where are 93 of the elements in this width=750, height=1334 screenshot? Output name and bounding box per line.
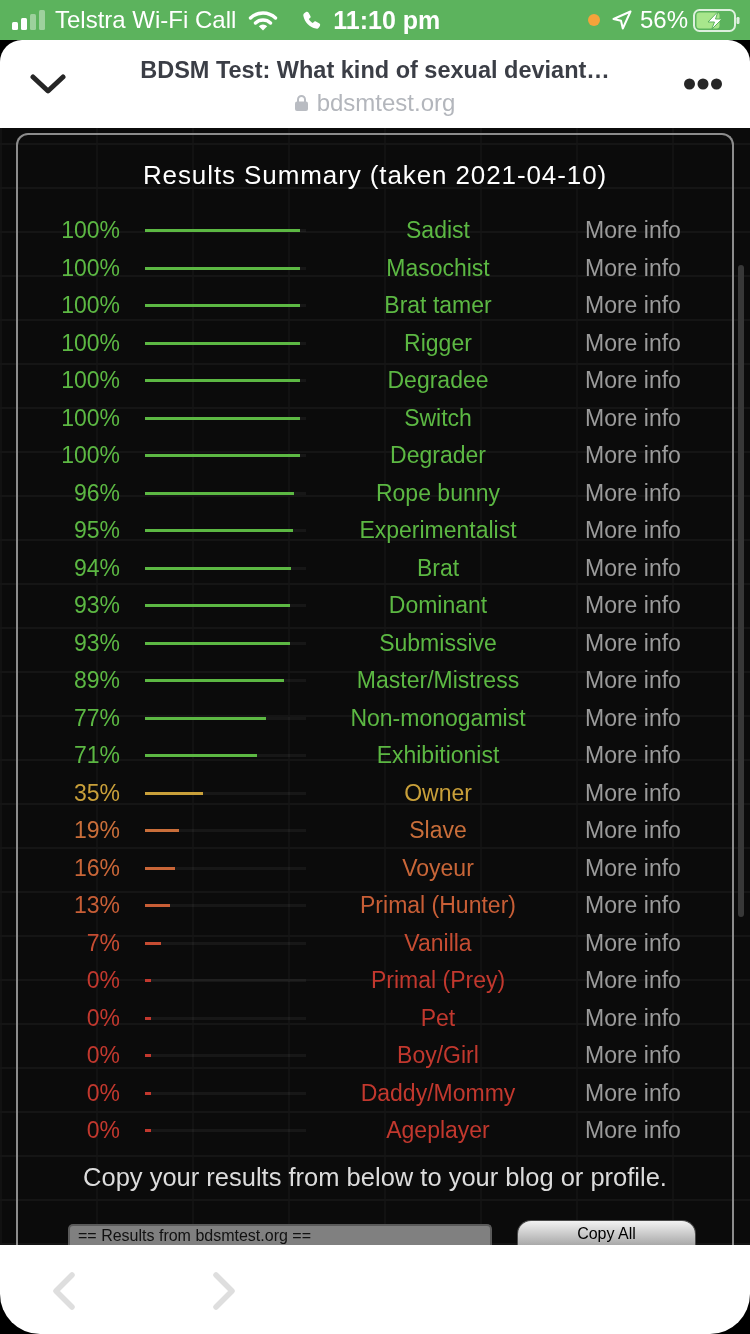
more-info-link[interactable]: More info — [585, 892, 681, 920]
page-url: bdsmtest.org — [316, 88, 456, 117]
role-name: Brat tamer — [383, 292, 493, 320]
score-percent: 0% — [85, 1042, 120, 1070]
more-info-link[interactable]: More info — [585, 1117, 681, 1145]
page-title: BDSM Test: What kind of sexual deviant… — [140, 55, 610, 85]
role-name: Non-monogamist — [349, 704, 527, 732]
copy-instructions: Copy your results from below to your blog or profile. — [82, 1161, 668, 1193]
score-percent: 0% — [85, 1004, 120, 1032]
score-percent: 0% — [85, 967, 120, 995]
more-info-link[interactable]: More info — [585, 1042, 681, 1070]
score-percent: 7% — [85, 929, 120, 957]
score-percent: 19% — [72, 817, 120, 845]
score-percent: 0% — [85, 1079, 120, 1107]
carrier-name: Telstra Wi-Fi Call — [55, 6, 237, 34]
more-icon[interactable] — [684, 78, 722, 90]
score-percent: 96% — [72, 479, 120, 507]
indicator-dot-icon — [587, 14, 600, 26]
role-name: Masochist — [385, 254, 491, 282]
more-info-link[interactable]: More info — [585, 929, 681, 957]
role-name: Primal (Hunter) — [359, 892, 517, 920]
role-name: Degrader — [389, 442, 487, 470]
clock-time: 11:10 pm — [333, 5, 441, 35]
role-name: Voyeur — [401, 854, 475, 882]
more-info-link[interactable]: More info — [585, 704, 681, 732]
score-percent: 100% — [60, 217, 120, 245]
more-info-link[interactable]: More info — [585, 554, 681, 582]
battery-charging-icon — [693, 8, 740, 32]
role-name: Pet — [419, 1004, 457, 1032]
more-info-link[interactable]: More info — [585, 779, 681, 807]
score-percent: 13% — [72, 892, 120, 920]
more-info-link[interactable]: More info — [585, 1079, 681, 1107]
more-info-link[interactable]: More info — [585, 217, 681, 245]
more-info-link[interactable]: More info — [585, 854, 681, 882]
role-name: Owner — [403, 779, 473, 807]
role-name: Master/Mistress — [355, 667, 521, 695]
role-name: Primal (Prey) — [369, 967, 507, 995]
more-info-link[interactable]: More info — [585, 292, 681, 320]
score-percent: 71% — [72, 742, 120, 770]
role-name: Submissive — [378, 629, 498, 657]
more-info-link[interactable]: More info — [585, 967, 681, 995]
more-info-link[interactable]: More info — [585, 667, 681, 695]
battery-percent: 56% — [639, 6, 688, 34]
role-name: Experimentalist — [358, 517, 518, 545]
role-name: Exhibitionist — [375, 742, 501, 770]
more-info-link[interactable]: More info — [585, 442, 681, 470]
location-arrow-icon — [611, 10, 632, 30]
score-percent: 89% — [72, 667, 120, 695]
more-info-link[interactable]: More info — [585, 329, 681, 357]
more-info-link[interactable]: More info — [585, 367, 681, 395]
more-info-link[interactable]: More info — [585, 254, 681, 282]
role-name: Slave — [408, 817, 468, 845]
more-info-link[interactable]: More info — [585, 1004, 681, 1032]
role-name: Degradee — [386, 367, 490, 395]
role-name: Ageplayer — [385, 1117, 491, 1145]
role-name: Vanilla — [403, 929, 473, 957]
role-name: Brat — [415, 554, 461, 582]
wifi-icon — [248, 9, 279, 31]
score-percent: 93% — [72, 629, 120, 657]
copy-all-button[interactable]: Copy All — [517, 1219, 696, 1245]
score-percent: 77% — [72, 704, 120, 732]
role-name: Dominant — [387, 592, 489, 620]
chevron-down-icon[interactable] — [30, 74, 66, 94]
score-percent: 16% — [72, 854, 120, 882]
phone-icon — [302, 10, 322, 30]
role-name: Rigger — [403, 329, 473, 357]
score-percent: 0% — [85, 1117, 120, 1145]
role-name: Switch — [403, 404, 473, 432]
score-percent: 95% — [72, 517, 120, 545]
lock-icon — [294, 94, 308, 111]
signal-bars-icon — [12, 10, 46, 30]
score-percent: 100% — [60, 442, 120, 470]
role-name: Sadist — [405, 217, 471, 245]
score-percent: 35% — [72, 779, 120, 807]
more-info-link[interactable]: More info — [585, 742, 681, 770]
more-info-link[interactable]: More info — [585, 517, 681, 545]
results-text-area[interactable]: == Results from bdsmtest.org == — [68, 1223, 492, 1245]
score-percent: 100% — [60, 292, 120, 320]
role-name: Rope bunny — [374, 479, 501, 507]
score-percent: 100% — [60, 254, 120, 282]
score-percent: 100% — [60, 404, 120, 432]
score-percent: 93% — [72, 592, 120, 620]
score-percent: 100% — [60, 367, 120, 395]
more-info-link[interactable]: More info — [585, 629, 681, 657]
more-info-link[interactable]: More info — [585, 592, 681, 620]
more-info-link[interactable]: More info — [585, 479, 681, 507]
more-info-link[interactable]: More info — [585, 817, 681, 845]
results-title: Results Summary (taken 2021-04-10) — [141, 159, 609, 192]
score-percent: 100% — [60, 329, 120, 357]
score-percent: 94% — [72, 554, 120, 582]
role-name: Boy/Girl — [396, 1042, 480, 1070]
more-info-link[interactable]: More info — [585, 404, 681, 432]
role-name: Daddy/Mommy — [359, 1079, 517, 1107]
